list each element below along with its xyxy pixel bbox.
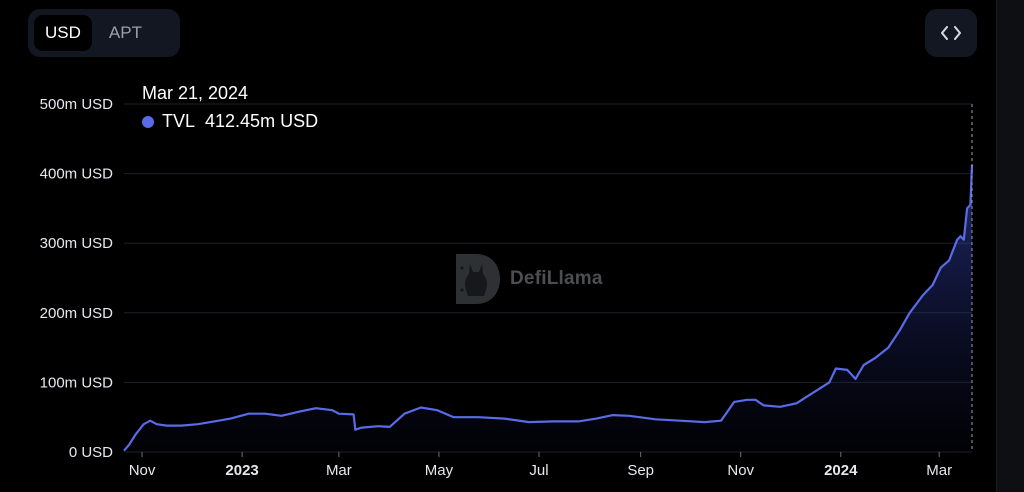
- x-axis: Nov 2023 Mar May Jul Sep Nov 2024 Mar: [129, 452, 952, 479]
- x-tick-label: 2024: [824, 462, 858, 479]
- tooltip-series: TVL 412.45m USD: [142, 111, 318, 132]
- y-tick-label: 300m USD: [40, 235, 114, 252]
- y-tick-label: 200m USD: [40, 305, 114, 322]
- tooltip-date: Mar 21, 2024: [142, 83, 249, 103]
- x-tick-label: Mar: [326, 462, 352, 479]
- x-tick-label: Jul: [529, 462, 548, 479]
- x-tick-label: 2023: [225, 462, 258, 479]
- series-color-dot: [142, 115, 154, 128]
- x-tick-label: Nov: [727, 462, 754, 479]
- y-tick-label: 0 USD: [69, 444, 113, 461]
- y-tick-label: 500m USD: [40, 96, 114, 113]
- x-tick-label: Mar: [926, 462, 952, 479]
- y-tick-label: 400m USD: [40, 166, 114, 183]
- tooltip-series-name: TVL: [162, 111, 196, 131]
- tooltip-value: 412.45m USD: [205, 111, 319, 131]
- x-tick-label: May: [425, 462, 454, 479]
- tvl-chart: 0 USD 100m USD 200m USD 300m USD 400m USD 500…: [40, 96, 974, 479]
- watermark-text: DefiLlama: [510, 268, 603, 289]
- tvl-area: [124, 164, 972, 452]
- defillama-watermark: DefiLlama: [452, 252, 603, 306]
- y-tick-label: 100m USD: [40, 374, 114, 391]
- chart-panel: USD APT 0 USD 100m USD 200m USD 300m USD 400…: [0, 0, 1024, 492]
- llama-logo-icon: [456, 254, 500, 304]
- y-axis: 0 USD 100m USD 200m USD 300m USD 400m USD 500…: [40, 96, 114, 461]
- x-tick-label: Nov: [129, 462, 156, 479]
- x-tick-label: Sep: [627, 462, 654, 479]
